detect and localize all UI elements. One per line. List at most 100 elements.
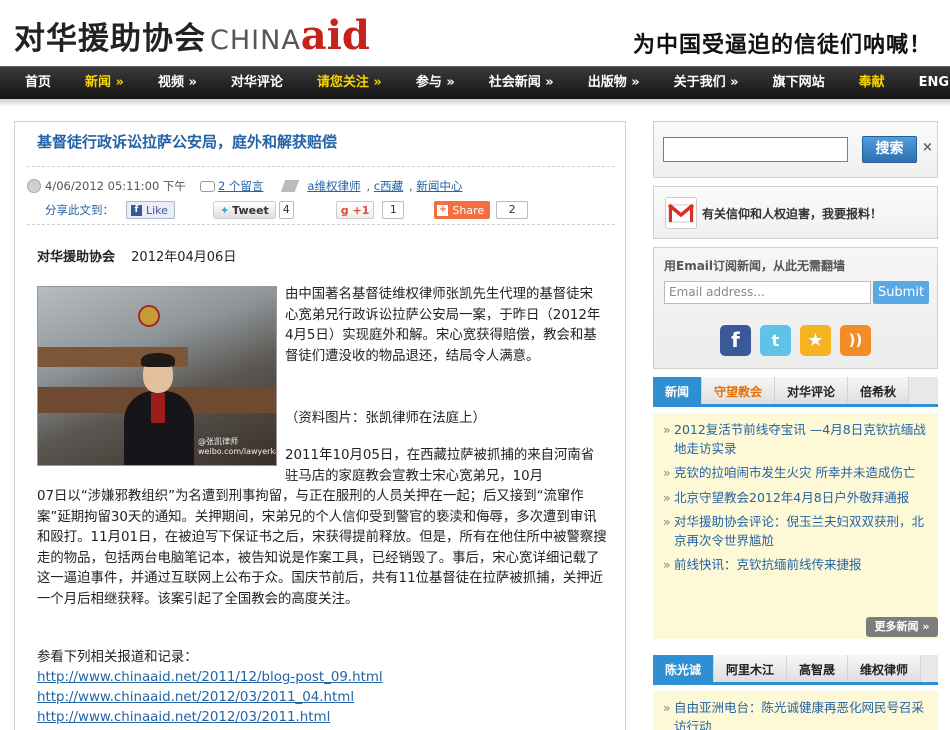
byline-date: 2012年04月06日 <box>131 250 237 265</box>
tab-tabs2-0[interactable]: 陈光诚 <box>653 655 715 682</box>
google-plus-icon: g <box>340 203 353 217</box>
subscribe-panel: 用Email订阅新闻，从此无需翻墙 Email address... Submi… <box>653 247 938 369</box>
article-paragraph: 由中国著名基督徒维权律师张凯先生代理的基督徒宋心宽弟兄行政诉讼拉萨公安局一案，于… <box>285 287 601 364</box>
article-byline: 对华援助协会 2012年04月06日 <box>37 246 236 265</box>
nav-item[interactable]: 奉献 <box>842 67 902 100</box>
news-link[interactable]: 前线快讯：克钦抗缅前线传来捷报 <box>663 556 930 575</box>
addthis-share-button[interactable]: + Share <box>434 201 491 219</box>
tweet-button[interactable]: ✦ Tweet <box>212 201 276 219</box>
nav-item[interactable]: 请您关注 » <box>300 67 399 100</box>
tab-tabs-0[interactable]: 新闻 <box>653 377 703 404</box>
related-link[interactable]: http://www.chinaaid.net/2012/03/2011.htm… <box>37 708 383 728</box>
article-date: 4/06/2012 05:11:00 下午 <box>45 179 186 193</box>
facebook-icon: f <box>131 204 142 216</box>
nav-item[interactable]: 首页 <box>8 67 68 100</box>
share-btn-label: Share <box>452 203 485 217</box>
people-news-list: 自由亚洲电台：陈光诚健康再恶化网民号召采访行动 <box>653 691 938 730</box>
news-tabs: 新闻 守望教会 对华评论 倍希秋 <box>653 377 938 407</box>
twitter-bird-icon: ✦ <box>219 203 230 217</box>
facebook-like-button[interactable]: f Like <box>126 201 175 219</box>
tab-tabs-2[interactable]: 对华评论 <box>775 377 849 404</box>
related-links: 参看下列相关报道和记录： http://www.chinaaid.net/201… <box>37 648 383 728</box>
article-paragraph: 2011年10月05日，在西藏拉萨被抓捕的来自河南省驻马店的家庭教会宣教士宋心宽… <box>37 446 607 610</box>
article-meta: 4/06/2012 05:11:00 下午 2 个留言 a维权律师, c西藏, … <box>27 176 617 196</box>
nav-item[interactable]: 对华评论 <box>214 67 300 100</box>
tab-tabs2-1[interactable]: 阿里木江 <box>714 655 788 682</box>
byline-org: 对华援助协会 <box>37 250 116 265</box>
comment-icon <box>199 180 215 192</box>
paragraph-body: 07日以“涉嫌邪教组织”为名遭到刑事拘留，与正在服刑的人员关押在一起；后又接到“… <box>37 489 607 607</box>
nav-shadow <box>0 99 950 107</box>
plus-label: +1 <box>352 203 370 217</box>
tab-tabs-3[interactable]: 倍希秋 <box>848 377 910 404</box>
divider <box>27 224 615 225</box>
nav-item[interactable]: 关于我们 » <box>657 67 756 100</box>
nav-item[interactable]: 参与 » <box>399 67 472 100</box>
nav-item[interactable]: ENG <box>902 67 950 100</box>
court-emblem-graphic <box>138 305 160 327</box>
tag-link[interactable]: 新闻中心 <box>416 178 462 194</box>
article-photo: @张凯律师 weibo.com/lawyerkai <box>37 286 277 466</box>
nav-item[interactable]: 新闻 » <box>68 67 141 100</box>
article-panel: 基督徒行政诉讼拉萨公安局，庭外和解获赔偿 4/06/2012 05:11:00 … <box>14 121 626 730</box>
clock-icon <box>27 179 41 193</box>
plus-count: 1 <box>382 201 405 219</box>
tab-tabs2-3[interactable]: 维权律师 <box>848 655 922 682</box>
report-banner[interactable]: 有关信仰和人权迫害，我要报料！ <box>653 186 938 239</box>
share-count: 2 <box>496 201 529 219</box>
logo-china-text: CHINA <box>210 25 301 56</box>
news-link[interactable]: 北京守望教会2012年4月8日户外敬拜通报 <box>663 489 930 508</box>
related-link[interactable]: http://www.chinaaid.net/2012/03/2011_04.… <box>37 688 383 708</box>
tweet-count: 4 <box>278 201 294 219</box>
divider <box>27 166 615 167</box>
main-nav: 首页 新闻 » 视频 » 对华评论 请您关注 » 参与 » 社会新闻 » 出版物 » 关于我们 … <box>0 66 950 99</box>
photo-caption: （资料图片：张凯律师在法庭上） <box>285 411 486 426</box>
nav-item[interactable]: 社会新闻 » <box>472 67 571 100</box>
site-logo[interactable]: 对华援助协会 CHINA aid <box>14 12 370 59</box>
social-icons: f t ★ )) <box>720 325 871 356</box>
news-link[interactable]: 2012复活节前线夺宝讯 —4月8日克钦抗缅战地走访实录 <box>663 421 930 458</box>
nav-item[interactable]: 出版物 » <box>571 67 657 100</box>
tab-tabs-1[interactable]: 守望教会 <box>702 377 776 404</box>
site-header: 对华援助协会 CHINA aid 为中国受逼迫的信徒们呐喊！ <box>0 0 950 66</box>
search-input[interactable] <box>663 137 848 162</box>
tweet-label: Tweet <box>232 203 269 217</box>
rss-icon[interactable]: )) <box>840 325 871 356</box>
news-link[interactable]: 自由亚洲电台：陈光诚健康再恶化网民号召采访行动 <box>663 699 930 730</box>
nav-item[interactable]: 视频 » <box>141 67 214 100</box>
twitter-icon[interactable]: t <box>760 325 791 356</box>
search-panel: 搜索 × <box>653 121 938 178</box>
email-field[interactable]: Email address... <box>664 281 871 304</box>
logo-aid-text: aid <box>300 12 370 59</box>
report-text: 有关信仰和人权迫害，我要报料！ <box>702 207 883 221</box>
share-bar: 分享此文到： f Like ✦ Tweet 4 g +1 1 + Share 2 <box>27 200 617 220</box>
article-title[interactable]: 基督徒行政诉讼拉萨公安局，庭外和解获赔偿 <box>37 131 337 152</box>
site-slogan: 为中国受逼迫的信徒们呐喊！ <box>632 32 932 58</box>
related-link[interactable]: http://www.chinaaid.net/2011/12/blog-pos… <box>37 668 383 688</box>
paragraph-first-line: 2011年10月05日，在西藏拉萨被抓捕的来自河南省驻马店的家庭教会宣教士宋心宽… <box>285 448 595 484</box>
comments-link[interactable]: 2 个留言 <box>218 178 263 194</box>
facebook-icon[interactable]: f <box>720 325 751 356</box>
star-icon[interactable]: ★ <box>800 325 831 356</box>
news-link[interactable]: 对华援助协会评论：倪玉兰夫妇双双获刑，北京再次令世界尴尬 <box>663 513 930 550</box>
plus-icon: + <box>437 203 449 216</box>
nav-item[interactable]: 旗下网站 <box>756 67 842 100</box>
tag-icon <box>281 180 300 192</box>
people-tabs: 陈光诚 阿里木江 高智晟 维权律师 <box>653 655 938 685</box>
like-label: Like <box>146 203 168 217</box>
logo-chinese-text: 对华援助协会 <box>14 21 206 57</box>
search-button[interactable]: 搜索 <box>862 136 917 163</box>
tag-link[interactable]: a维权律师 <box>307 178 360 194</box>
google-plus-button[interactable]: g +1 <box>335 201 375 219</box>
news-link[interactable]: 克钦的拉咱闹市发生火灾 所幸并未造成伤亡 <box>663 464 930 483</box>
tag-link[interactable]: c西藏 <box>374 178 403 194</box>
close-icon[interactable]: × <box>922 140 933 155</box>
related-links-label: 参看下列相关报道和记录： <box>37 650 198 665</box>
tab-tabs2-2[interactable]: 高智晟 <box>787 655 849 682</box>
subscribe-title: 用Email订阅新闻，从此无需翻墙 <box>664 259 846 273</box>
news-list: 2012复活节前线夺宝讯 —4月8日克钦抗缅战地走访实录克钦的拉咱闹市发生火灾 … <box>653 413 938 639</box>
more-news-button[interactable]: 更多新闻 » <box>866 617 938 637</box>
share-label: 分享此文到： <box>45 203 114 217</box>
submit-button[interactable]: Submit <box>873 281 929 304</box>
gmail-icon <box>665 197 697 229</box>
